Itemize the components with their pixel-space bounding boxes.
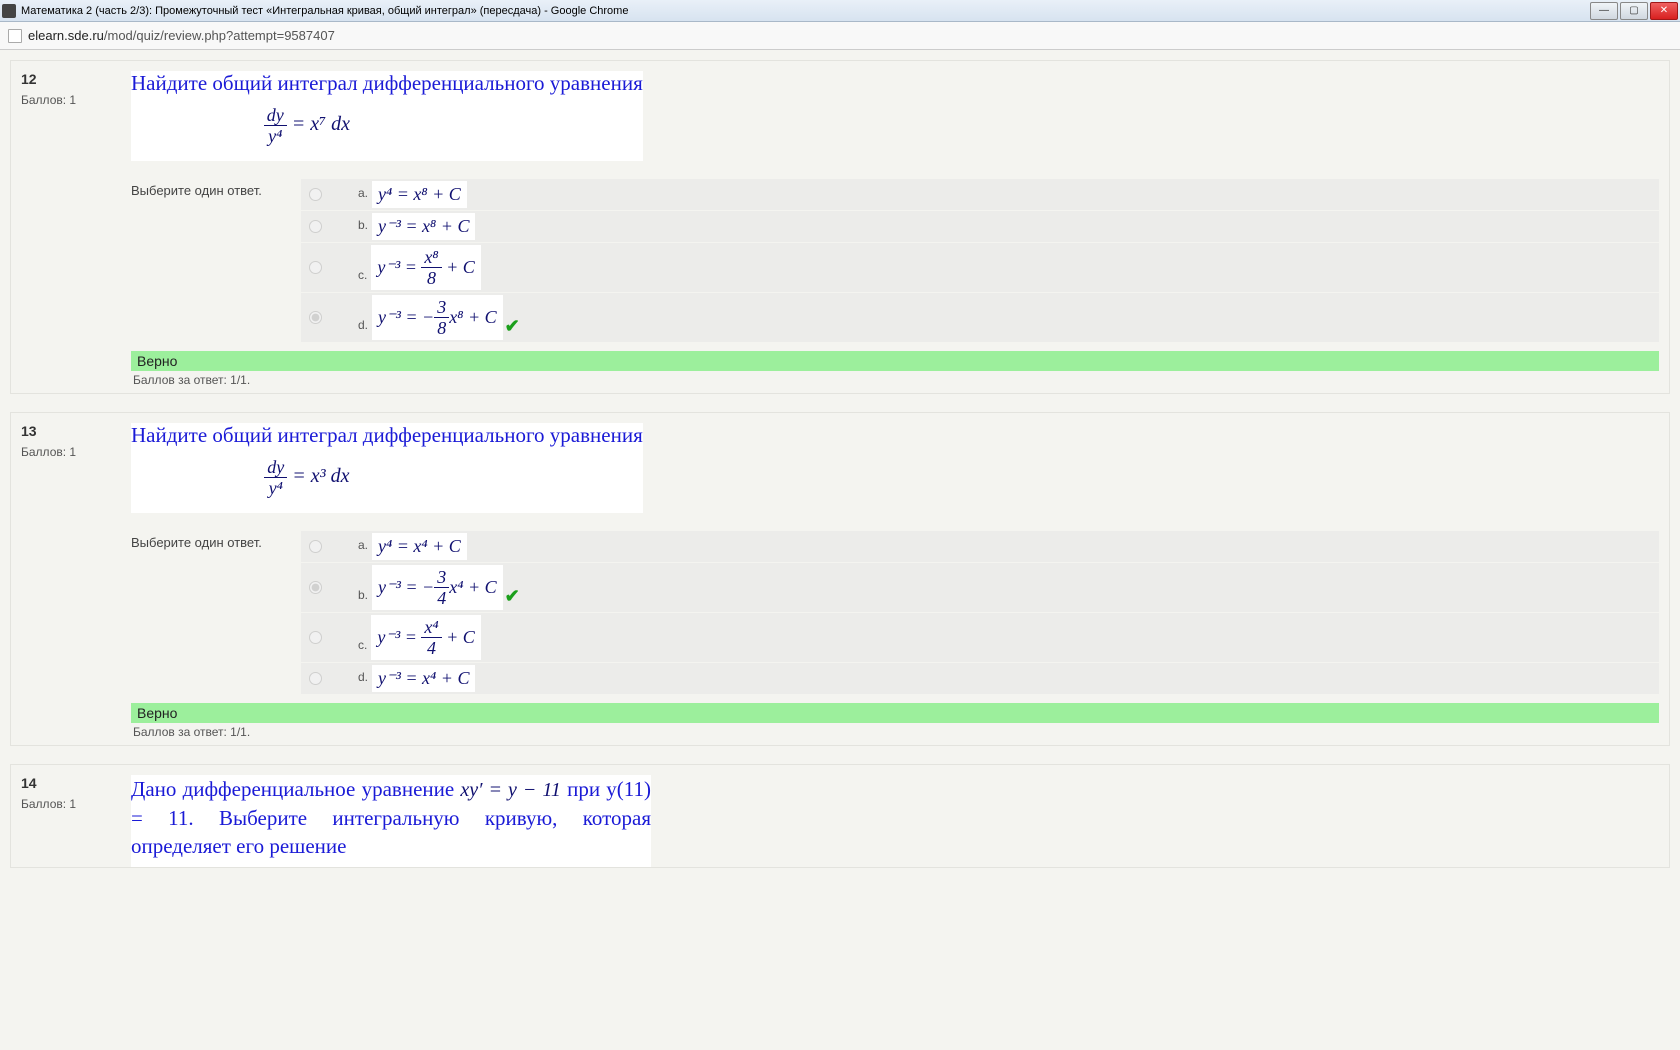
answer-formula: y⁴ = x⁸ + C: [372, 181, 467, 208]
question-points: Баллов: 1: [21, 445, 131, 459]
correct-check-icon: ✔: [505, 586, 520, 610]
question-block-14: 14 Баллов: 1 Дано дифференциальное уравн…: [10, 764, 1670, 868]
answers-list: a. y⁴ = x⁸ + C b. y⁻³ = x⁸ + C c.: [301, 179, 1659, 343]
close-button[interactable]: ✕: [1650, 2, 1678, 20]
radio-a[interactable]: [309, 540, 322, 553]
question-text: Найдите общий интеграл дифференциального…: [131, 423, 643, 513]
question-number: 12: [21, 71, 131, 87]
question-prompt: Найдите общий интеграл дифференциального…: [131, 423, 643, 448]
answer-formula: y⁻³ = x⁴ + C: [372, 665, 475, 692]
maximize-button[interactable]: ▢: [1620, 2, 1648, 20]
page-viewport[interactable]: 12 Баллов: 1 Найдите общий интеграл дифф…: [0, 50, 1680, 1050]
window-buttons: — ▢ ✕: [1588, 2, 1678, 20]
answer-letter: a.: [358, 186, 368, 208]
answer-formula: y⁻³ = x⁸ + C: [372, 213, 475, 240]
answers-list: a. y⁴ = x⁴ + C b. y⁻³ = − 34 x⁴ + C ✔: [301, 531, 1659, 695]
question-prompt: Дано дифференциальное уравнение xy′ = y …: [131, 775, 651, 861]
answer-letter: c.: [358, 268, 367, 290]
score-line: Баллов за ответ: 1/1.: [131, 723, 1659, 745]
radio-c[interactable]: [309, 631, 322, 644]
answer-letter: b.: [358, 218, 368, 240]
answer-option-a[interactable]: a. y⁴ = x⁴ + C: [301, 531, 1659, 563]
question-text: Найдите общий интеграл дифференциального…: [131, 71, 643, 161]
answer-option-d[interactable]: d. y⁻³ = x⁴ + C: [301, 663, 1659, 695]
radio-d[interactable]: [309, 672, 322, 685]
answer-formula: y⁻³ = − 34 x⁴ + C: [372, 565, 503, 610]
question-equation: dyy⁴ = x³ dx: [264, 465, 349, 487]
answer-letter: c.: [358, 638, 367, 660]
choose-one-label: Выберите один ответ.: [131, 531, 301, 695]
page-icon: [8, 29, 22, 43]
question-block-13: 13 Баллов: 1 Найдите общий интеграл дифф…: [10, 412, 1670, 746]
radio-b[interactable]: [309, 220, 322, 233]
choose-one-label: Выберите один ответ.: [131, 179, 301, 343]
answer-option-a[interactable]: a. y⁴ = x⁸ + C: [301, 179, 1659, 211]
minimize-button[interactable]: —: [1590, 2, 1618, 20]
verdict: Верно: [131, 351, 1659, 371]
question-prompt: Найдите общий интеграл дифференциального…: [131, 71, 643, 96]
favicon: [2, 4, 16, 18]
radio-b[interactable]: [309, 581, 322, 594]
answer-letter: b.: [358, 588, 368, 610]
radio-a[interactable]: [309, 188, 322, 201]
score-line: Баллов за ответ: 1/1.: [131, 371, 1659, 393]
answer-letter: a.: [358, 538, 368, 560]
answer-option-c[interactable]: c. y⁻³ = x⁴4 + C: [301, 613, 1659, 663]
answer-option-b[interactable]: b. y⁻³ = x⁸ + C: [301, 211, 1659, 243]
answer-letter: d.: [358, 670, 368, 692]
answer-formula: y⁻³ = − 38 x⁸ + C: [372, 295, 503, 340]
answer-formula: y⁴ = x⁴ + C: [372, 533, 467, 560]
correct-check-icon: ✔: [505, 316, 520, 340]
answer-formula: y⁻³ = x⁸8 + C: [371, 245, 480, 290]
answer-letter: d.: [358, 318, 368, 340]
question-text: Дано дифференциальное уравнение xy′ = y …: [131, 775, 651, 867]
question-block-12: 12 Баллов: 1 Найдите общий интеграл дифф…: [10, 60, 1670, 394]
window-title: Математика 2 (часть 2/3): Промежуточный …: [21, 5, 1588, 17]
answer-formula: y⁻³ = x⁴4 + C: [371, 615, 480, 660]
question-number: 14: [21, 775, 131, 791]
answer-option-d[interactable]: d. y⁻³ = − 38 x⁸ + C ✔: [301, 293, 1659, 343]
window-titlebar: Математика 2 (часть 2/3): Промежуточный …: [0, 0, 1680, 22]
radio-d[interactable]: [309, 311, 322, 324]
question-number: 13: [21, 423, 131, 439]
url-domain: elearn.sde.ru: [28, 28, 104, 43]
address-bar[interactable]: elearn.sde.ru/mod/quiz/review.php?attemp…: [0, 22, 1680, 50]
url-path: /mod/quiz/review.php?attempt=9587407: [104, 28, 335, 43]
verdict: Верно: [131, 703, 1659, 723]
answer-option-c[interactable]: c. y⁻³ = x⁸8 + C: [301, 243, 1659, 293]
radio-c[interactable]: [309, 261, 322, 274]
question-points: Баллов: 1: [21, 93, 131, 107]
answer-option-b[interactable]: b. y⁻³ = − 34 x⁴ + C ✔: [301, 563, 1659, 613]
question-equation: dyy⁴ = x⁷ dx: [264, 113, 350, 135]
question-points: Баллов: 1: [21, 797, 131, 811]
